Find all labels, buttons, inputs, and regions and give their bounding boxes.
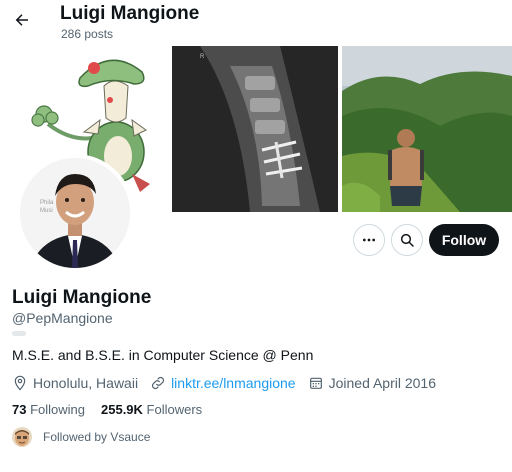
following-count: 73 <box>12 402 27 417</box>
location-item: Honolulu, Hawaii <box>12 375 138 391</box>
joined-item: Joined April 2016 <box>308 375 436 391</box>
profile-bio: M.S.E. and B.S.E. in Computer Science @ … <box>12 347 314 363</box>
header-title: Luigi Mangione <box>60 3 200 24</box>
search-icon <box>400 233 414 247</box>
followed-by-text: Followed by Vsauce <box>43 430 151 444</box>
back-button[interactable] <box>10 8 34 32</box>
location-icon <box>14 375 26 391</box>
calendar-icon <box>309 377 322 389</box>
svg-text:Phila: Phila <box>40 200 54 206</box>
more-button[interactable] <box>353 224 385 256</box>
followers-label: Followers <box>142 402 203 417</box>
link-icon <box>151 376 165 390</box>
follow-stats: 73 Following 255.9K Followers <box>12 402 218 417</box>
more-icon <box>363 238 375 242</box>
followed-by[interactable]: Followed by Vsauce <box>12 426 150 448</box>
spine-xray: R <box>172 46 338 212</box>
profile-header: Luigi Mangione 286 posts <box>0 0 512 46</box>
svg-text:Musi: Musi <box>40 208 53 214</box>
following-link[interactable]: 73 Following <box>12 402 85 417</box>
followers-link[interactable]: 255.9K Followers <box>101 402 202 417</box>
hiking-photo <box>342 46 512 212</box>
location-text: Honolulu, Hawaii <box>33 375 139 391</box>
display-name: Luigi Mangione <box>12 287 152 308</box>
followers-count: 255.9K <box>101 402 143 417</box>
search-button[interactable] <box>391 224 423 256</box>
user-handle: @PepMangione <box>12 310 113 326</box>
arrow-left-icon <box>15 14 28 26</box>
svg-text:R: R <box>200 54 205 60</box>
website-item: linktr.ee/lnmangione <box>150 375 296 391</box>
label-placeholder <box>12 331 26 336</box>
joined-text: Joined April 2016 <box>328 375 437 391</box>
follow-button[interactable]: Follow <box>429 224 499 256</box>
following-label: Following <box>26 402 85 417</box>
follower-avatar <box>12 427 32 447</box>
post-count: 286 posts <box>61 27 114 41</box>
website-link[interactable]: linktr.ee/lnmangione <box>171 375 296 391</box>
profile-meta: Honolulu, Hawaii linktr.ee/lnmangione Jo… <box>12 374 448 392</box>
